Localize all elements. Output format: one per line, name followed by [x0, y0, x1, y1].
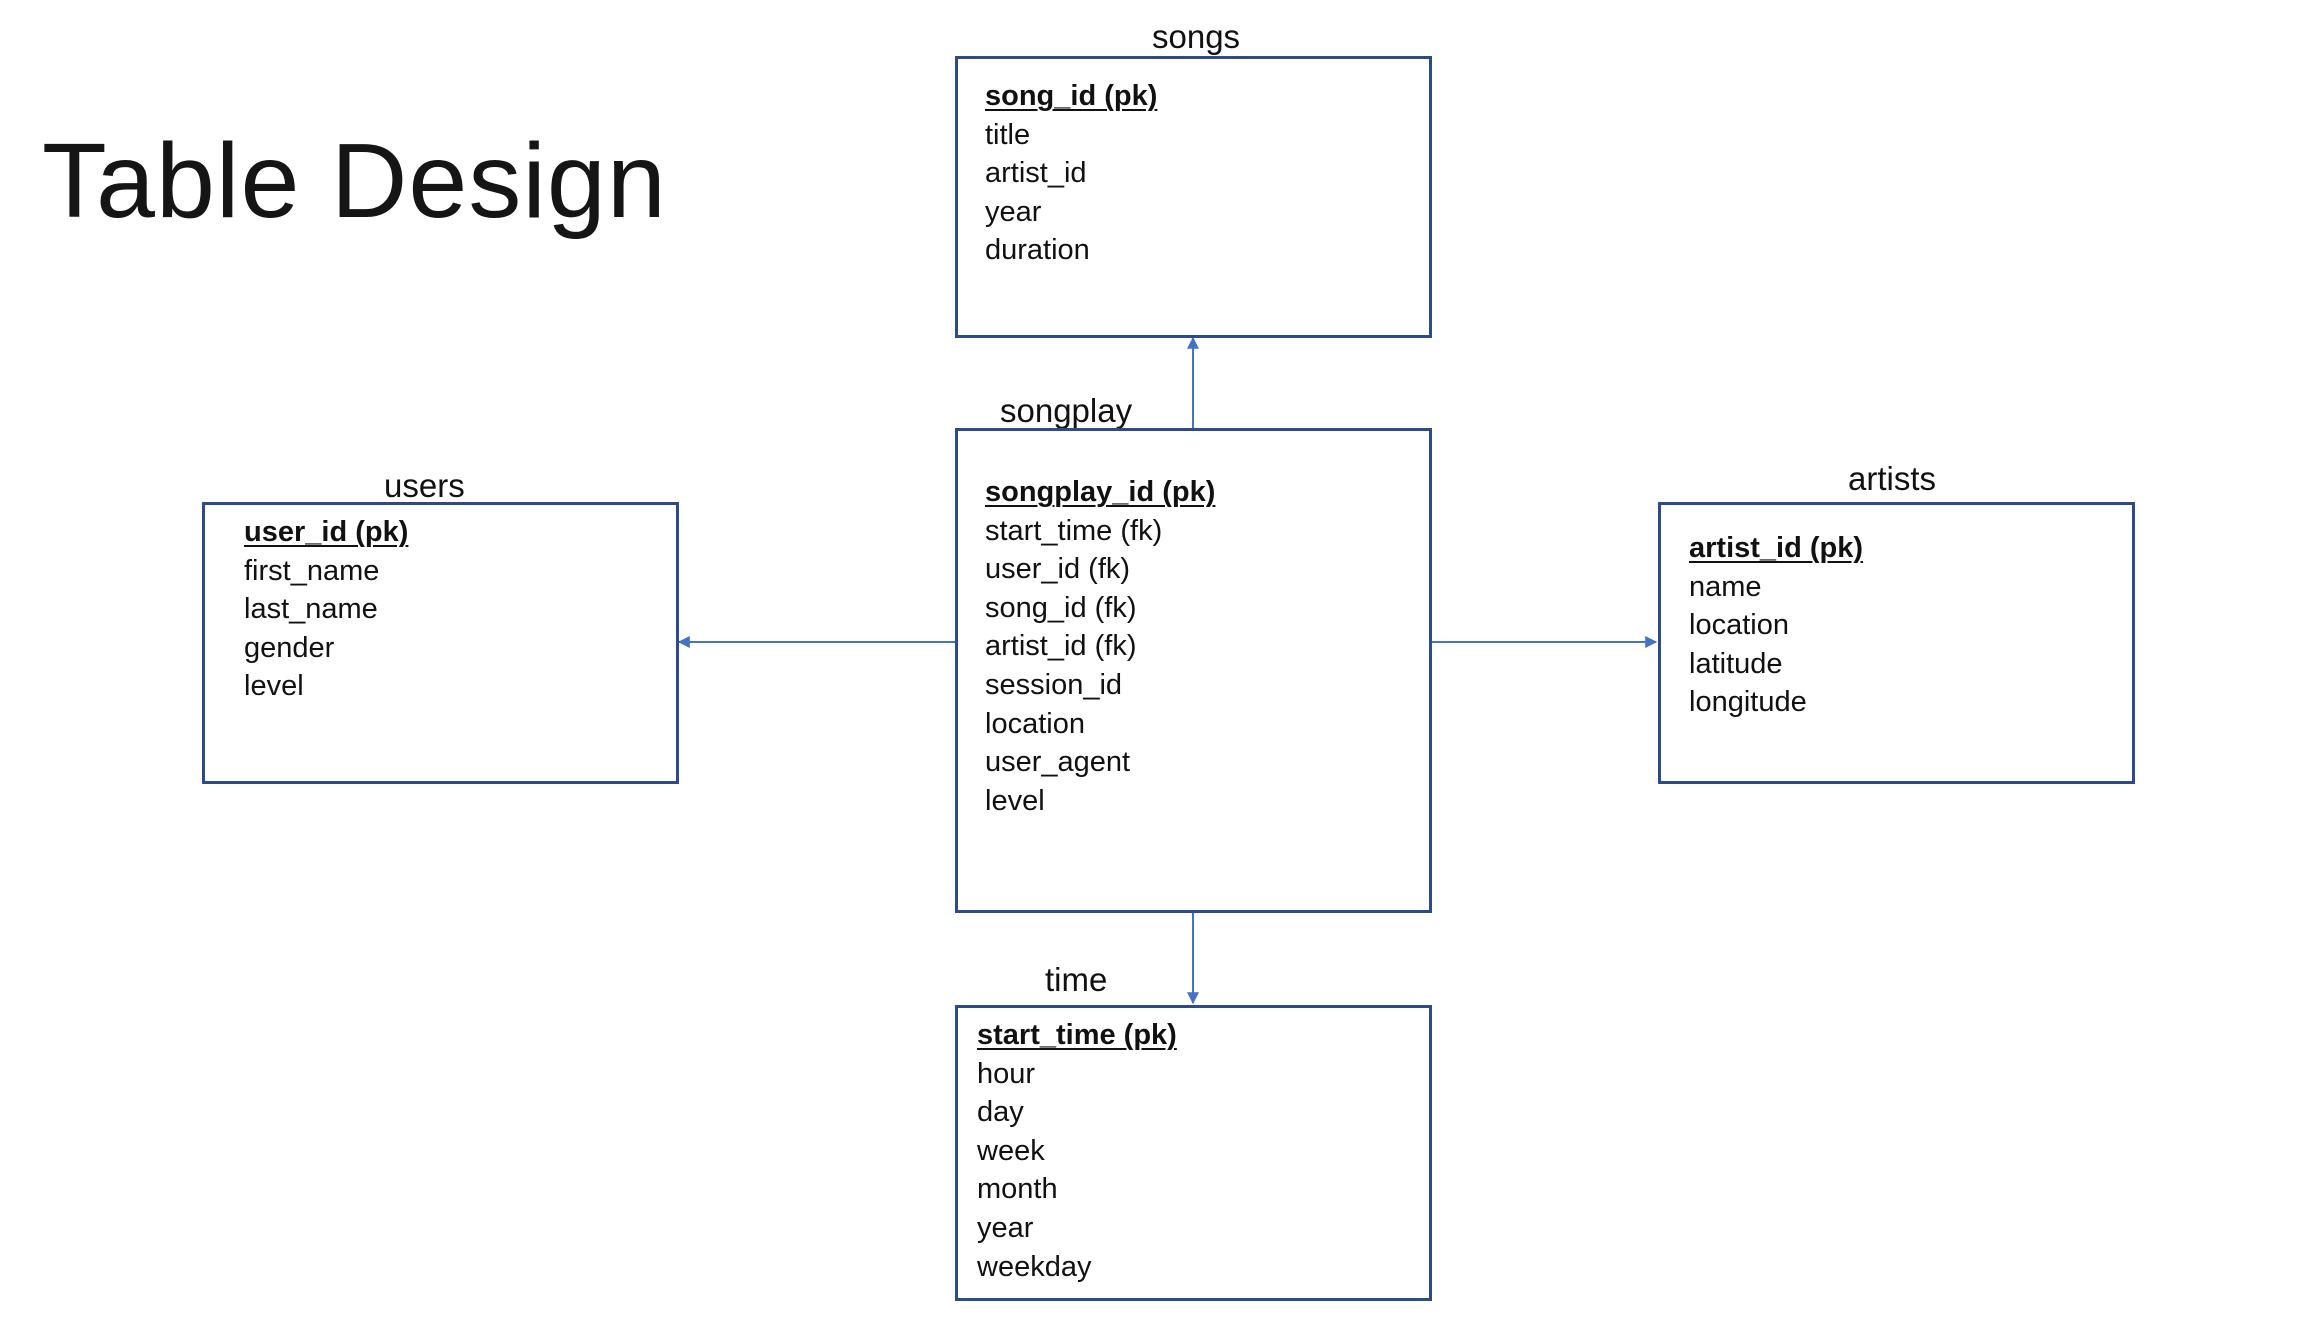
users-field: first_name — [244, 554, 380, 587]
time-field: weekday — [977, 1250, 1092, 1283]
songs-table-name: songs — [1152, 18, 1241, 55]
time-field: day — [977, 1096, 1024, 1129]
songs-primary-key-field: song_id (pk) — [985, 80, 1158, 112]
time-field: hour — [977, 1057, 1036, 1090]
artists-table-name: artists — [1848, 460, 1937, 497]
time-field: month — [977, 1173, 1058, 1206]
songs-field: artist_id — [985, 157, 1087, 190]
artists-field: longitude — [1689, 686, 1807, 719]
songs-field: title — [985, 118, 1031, 151]
time-field: week — [977, 1134, 1045, 1167]
songplay-field: session_id — [985, 668, 1123, 701]
songplay-field: location — [985, 707, 1085, 740]
songs-field: year — [985, 195, 1042, 228]
songplay-field: user_agent — [985, 746, 1131, 779]
songplay-primary-key-field: songplay_id (pk) — [985, 476, 1216, 508]
artists-field: name — [1689, 570, 1762, 603]
artists-field: location — [1689, 609, 1789, 642]
songplay-field: user_id (fk) — [985, 553, 1131, 586]
artists-primary-key-field: artist_id (pk) — [1689, 532, 1864, 564]
page-title: Table Design — [42, 122, 667, 240]
songplay-field: artist_id (fk) — [985, 630, 1137, 663]
users-table-name: users — [384, 467, 465, 504]
songplay-field: song_id (fk) — [985, 591, 1137, 624]
time-field-list: start_time (pk) hour day week month year… — [977, 1016, 1177, 1286]
songplay-field: level — [985, 784, 1045, 817]
songplay-field: start_time (fk) — [985, 514, 1163, 547]
songs-field: duration — [985, 234, 1090, 267]
users-primary-key-field: user_id (pk) — [244, 516, 409, 548]
time-field: year — [977, 1211, 1034, 1244]
songs-field-list: song_id (pk) title artist_id year durati… — [985, 77, 1157, 270]
songplay-table-name: songplay — [1000, 392, 1133, 429]
time-table-name: time — [1045, 961, 1108, 998]
users-field: level — [244, 670, 304, 703]
users-field: gender — [244, 631, 335, 664]
artists-field: latitude — [1689, 647, 1783, 680]
users-field: last_name — [244, 593, 378, 626]
songplay-field-list: songplay_id (pk) start_time (fk) user_id… — [985, 473, 1215, 820]
users-field-list: user_id (pk) first_name last_name gender… — [244, 513, 408, 706]
artists-field-list: artist_id (pk) name location latitude lo… — [1689, 529, 1863, 722]
time-primary-key-field: start_time (pk) — [977, 1019, 1177, 1051]
